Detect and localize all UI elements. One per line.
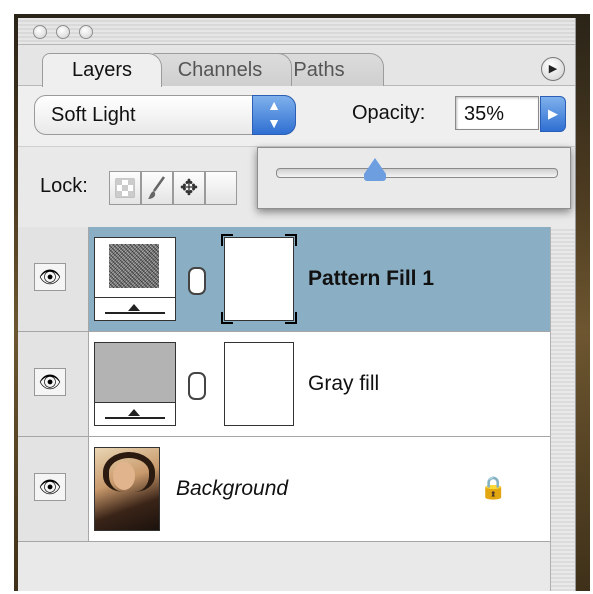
layer-mask-thumbnail[interactable]: [224, 342, 294, 426]
eye-icon: 👁: [38, 477, 62, 497]
visibility-cell: 👁: [18, 332, 89, 436]
layer-thumbnail[interactable]: [94, 342, 176, 426]
fill-adjustment-indicator: [95, 402, 175, 425]
visibility-cell: 👁: [18, 437, 89, 541]
eye-icon: 👁: [38, 372, 62, 392]
portrait-hair: [103, 452, 155, 492]
screenshot-frame: Paths Channels Layers ▶ Soft Light ▲ ▼ Op…: [14, 14, 590, 591]
tab-label: Channels: [177, 59, 263, 81]
triangle-right-icon: ▶: [548, 106, 558, 121]
lock-transparency-button[interactable]: [109, 171, 141, 205]
mask-selected-corner: [285, 234, 297, 246]
layer-content: Gray fill: [89, 332, 551, 436]
layer-thumbnail[interactable]: [94, 447, 160, 531]
layer-row-pattern-fill[interactable]: 👁 Pattern Fill 1: [18, 227, 575, 332]
layer-row-background[interactable]: 👁 Background 🔒: [18, 437, 575, 542]
layer-mask-thumbnail[interactable]: [221, 234, 297, 324]
chevron-up-down-icon: ▲ ▼: [267, 97, 281, 131]
link-chain-icon[interactable]: [188, 267, 206, 295]
link-chain-icon[interactable]: [188, 372, 206, 400]
opacity-slider-track[interactable]: [276, 158, 558, 181]
opacity-slider-toggle[interactable]: ▶: [540, 96, 566, 132]
eye-icon: 👁: [38, 267, 62, 287]
brush-icon: [148, 176, 166, 199]
lock-pixels-button[interactable]: [141, 171, 173, 205]
triangle-right-icon: ▶: [548, 63, 558, 75]
mask-selected-corner: [221, 312, 233, 324]
lock-position-button[interactable]: ✥: [173, 171, 205, 205]
lock-icon: 🔒: [479, 475, 507, 500]
lock-all-button[interactable]: [205, 171, 237, 205]
visibility-toggle[interactable]: 👁: [34, 263, 66, 291]
layer-name[interactable]: Gray fill: [308, 332, 379, 436]
fill-adjustment-indicator: [95, 297, 175, 320]
tab-channels[interactable]: Channels: [148, 53, 292, 86]
blend-mode-value: Soft Light: [51, 104, 136, 126]
close-window-button[interactable]: [33, 25, 47, 39]
blend-mode-select[interactable]: Soft Light ▲ ▼: [34, 95, 296, 135]
layer-content: Pattern Fill 1: [89, 227, 551, 331]
opacity-value: 35%: [464, 103, 505, 125]
layers-empty-area: [18, 542, 575, 591]
tab-label: Paths: [293, 59, 345, 81]
tab-bar: Paths Channels Layers ▶: [18, 45, 575, 87]
opacity-slider-popup: [257, 147, 571, 209]
mask-selected-corner: [285, 312, 297, 324]
tab-label: Layers: [71, 59, 133, 81]
opacity-slider-thumb[interactable]: [364, 158, 386, 181]
mask-selected-corner: [221, 234, 233, 246]
layer-row-gray-fill[interactable]: 👁 Gray fill: [18, 332, 575, 437]
noise-pattern-preview: [109, 244, 159, 288]
blend-mode-stepper[interactable]: ▲ ▼: [252, 95, 296, 135]
lock-label: Lock:: [40, 175, 88, 197]
opacity-input[interactable]: 35%: [455, 96, 539, 130]
opacity-label: Opacity:: [352, 102, 426, 124]
window-titlebar[interactable]: [18, 18, 575, 45]
minimize-window-button[interactable]: [56, 25, 70, 39]
layer-thumbnail[interactable]: [94, 237, 176, 321]
layer-name[interactable]: Background: [176, 437, 288, 541]
visibility-toggle[interactable]: 👁: [34, 368, 66, 396]
layers-panel: Paths Channels Layers ▶ Soft Light ▲ ▼ Op…: [18, 18, 576, 591]
blend-options-row: Soft Light ▲ ▼ Opacity: 35% ▶: [18, 85, 575, 146]
panel-menu-button[interactable]: ▶: [541, 57, 565, 81]
tab-layers[interactable]: Layers: [42, 53, 162, 87]
layers-scrollbar[interactable]: [550, 227, 575, 591]
layer-content: Background 🔒: [89, 437, 551, 541]
layer-name[interactable]: Pattern Fill 1: [308, 227, 434, 331]
visibility-cell: 👁: [18, 227, 89, 331]
visibility-toggle[interactable]: 👁: [34, 473, 66, 501]
layers-list: 👁 Pattern Fill 1 👁 Gray fill 👁 Backgroun…: [18, 227, 575, 591]
move-icon: ✥: [179, 175, 199, 200]
zoom-window-button[interactable]: [79, 25, 93, 39]
transparency-lock-icon: [115, 178, 135, 198]
